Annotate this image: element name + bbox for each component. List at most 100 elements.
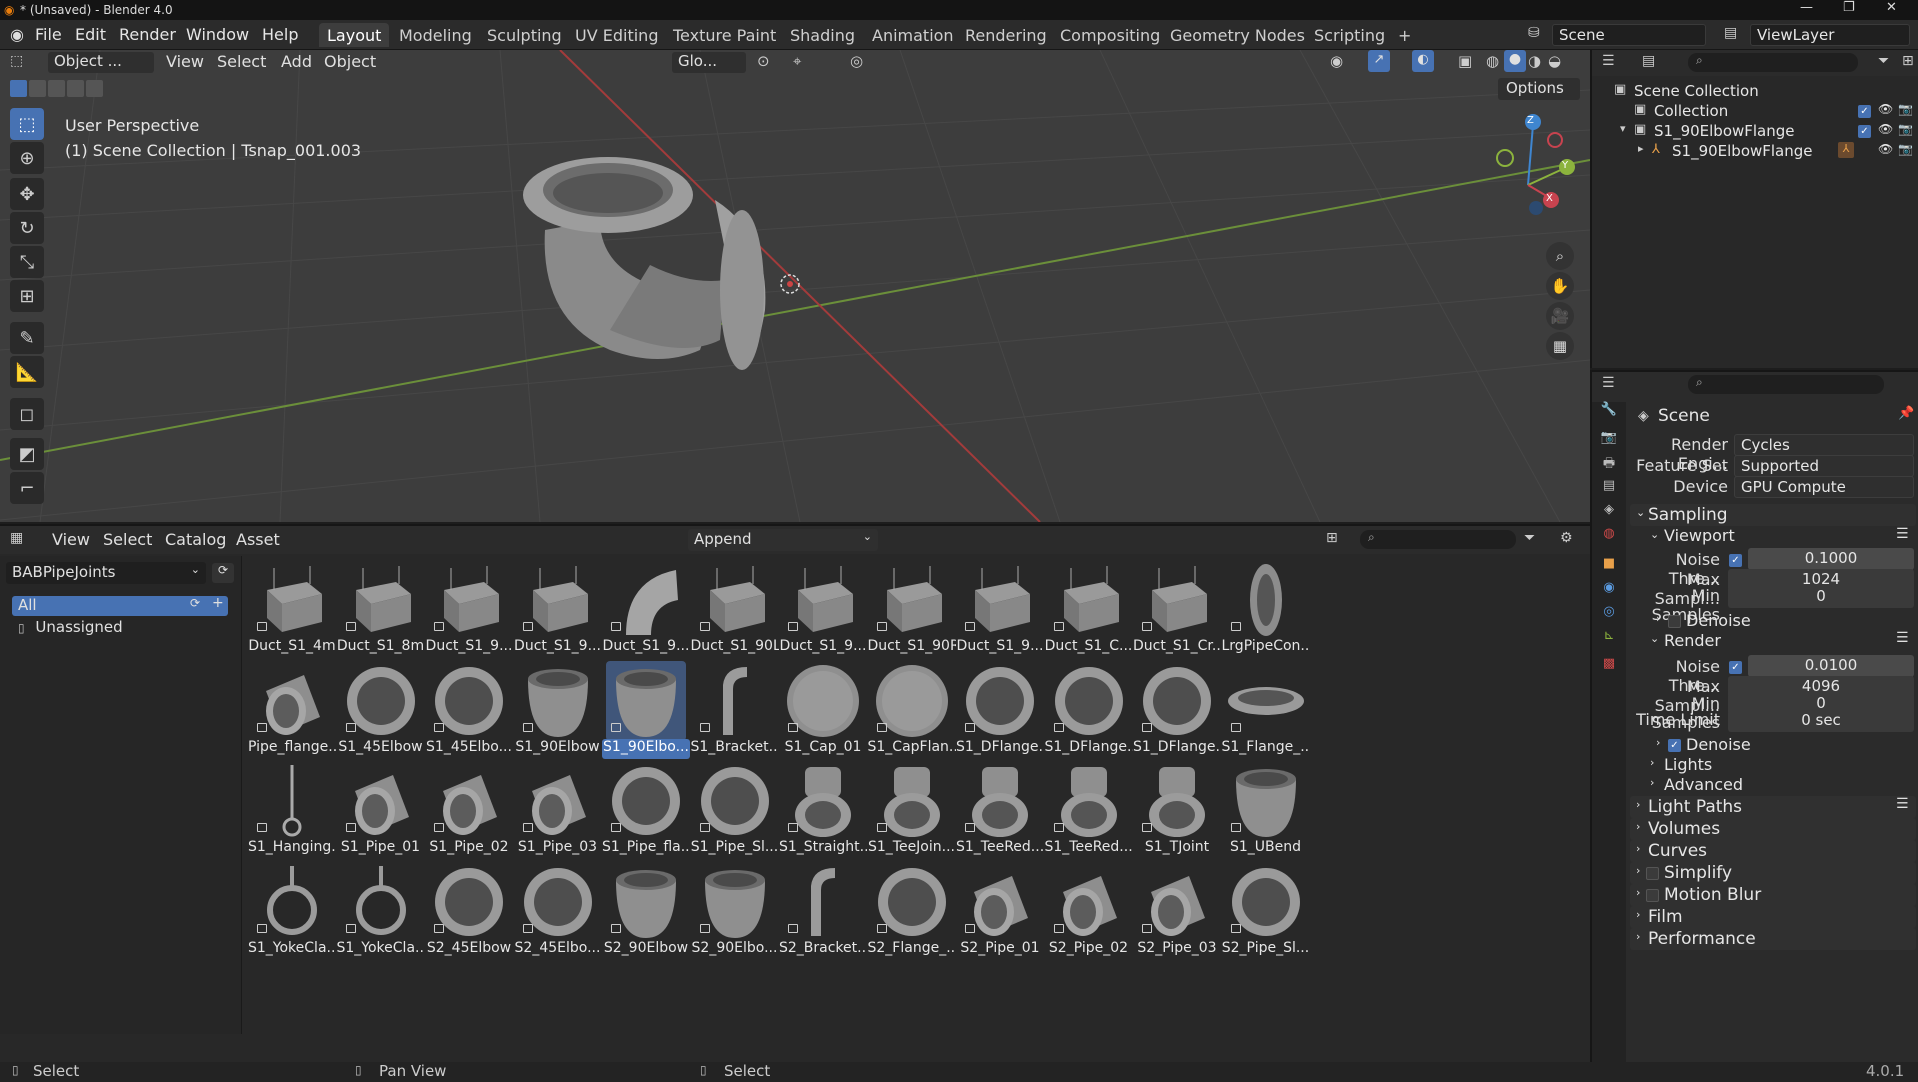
editor-type-icon[interactable]: ⬚ — [10, 53, 23, 69]
asset-tile[interactable]: S1_TeeRed... — [1045, 757, 1133, 857]
motion-blur-checkbox[interactable] — [1646, 889, 1659, 902]
menu-render[interactable]: Render — [119, 25, 176, 44]
list-icon[interactable]: ☰ — [1896, 526, 1909, 542]
asset-tile[interactable]: S1_UBend — [1222, 757, 1310, 857]
render-subpanel-header[interactable]: ⌄ Render ☰ — [1642, 630, 1916, 652]
performance-panel-header[interactable]: › Performance — [1630, 928, 1916, 950]
asset-tile[interactable]: Duct_S1_90R — [868, 556, 956, 656]
viewlayer-selector[interactable]: ViewLayer — [1750, 24, 1910, 46]
viewport-noise-value[interactable]: 0.1000 — [1748, 548, 1914, 570]
asset-tile[interactable]: S1_Bracket... — [691, 657, 779, 757]
asset-tile[interactable]: Duct_S1_90L — [691, 556, 779, 656]
tab-shading[interactable]: Shading — [782, 23, 863, 47]
view-layer-tab-icon[interactable]: ▤ — [1599, 478, 1619, 498]
asset-tile[interactable]: S1_TeeJoin... — [868, 757, 956, 857]
pivot-icon[interactable]: ⊙ — [757, 52, 770, 70]
refresh-catalog-icon[interactable]: ⟳ — [190, 596, 200, 610]
asset-tile[interactable]: LrgPipeCon... — [1222, 556, 1310, 656]
asset-tile[interactable]: Duct_S1_9... — [956, 556, 1044, 656]
select-intersect-icon[interactable] — [86, 80, 103, 97]
asset-tile[interactable]: S2_45Elbow — [425, 858, 513, 958]
asset-tile[interactable]: S1_Pipe_02 — [425, 757, 513, 857]
3d-viewport[interactable]: Z Y X ⬚ Object ... View Select Add Objec… — [0, 50, 1590, 522]
shear-tool-icon[interactable]: ◩ — [10, 438, 44, 470]
tab-animation[interactable]: Animation — [864, 23, 962, 47]
pin-icon[interactable]: 📌 — [1898, 406, 1914, 421]
lights-subpanel-header[interactable]: › Lights — [1642, 754, 1916, 776]
asset-tile[interactable]: S1_CapFlan... — [868, 657, 956, 757]
add-workspace-icon[interactable]: + — [1390, 23, 1419, 47]
visibility-icon[interactable]: ◉ — [1330, 52, 1343, 70]
move-tool-icon[interactable]: ✥ — [10, 178, 44, 210]
world-tab-icon[interactable]: ◍ — [1599, 526, 1619, 546]
asset-tile[interactable]: S1_DFlange... — [1133, 657, 1221, 757]
asset-tile[interactable]: S1_Pipe_01 — [337, 757, 425, 857]
eye-icon[interactable]: 👁 — [1878, 122, 1893, 136]
asset-tile[interactable]: S1_TJoint — [1133, 757, 1221, 857]
device-dropdown[interactable]: GPU Compute — [1734, 476, 1914, 498]
catalog-item-unassigned[interactable]: ▯ Unassigned — [12, 618, 228, 638]
display-mode-icon[interactable]: ▤ — [1642, 53, 1655, 69]
asset-tile[interactable]: S2_Pipe_01 — [956, 858, 1044, 958]
scene-tab-icon[interactable]: ◈ — [1599, 502, 1619, 522]
asset-tile[interactable]: S1_TeeRed... — [956, 757, 1044, 857]
transform-tool-icon[interactable]: ⊞ — [10, 280, 44, 312]
simplify-panel-header[interactable]: › Simplify — [1630, 862, 1916, 884]
asset-library-dropdown[interactable]: BABPipeJoints ⌄ — [6, 562, 206, 584]
asset-tile[interactable]: Duct_S1_9... — [602, 556, 690, 656]
asset-tile[interactable]: S2_Flange_... — [868, 858, 956, 958]
asset-tile[interactable]: S2_Bracket... — [779, 858, 867, 958]
camera-icon[interactable]: 📷 — [1898, 122, 1913, 136]
asset-tile[interactable]: Duct_S1_9... — [514, 556, 602, 656]
ortho-grid-icon[interactable]: ▦ — [1546, 332, 1574, 360]
tab-texture-paint[interactable]: Texture Paint — [665, 23, 784, 47]
simplify-checkbox[interactable] — [1646, 867, 1659, 880]
tab-scripting[interactable]: Scripting — [1306, 23, 1393, 47]
minimize-icon[interactable]: — — [1800, 0, 1813, 15]
render-noise-value[interactable]: 0.0100 — [1748, 655, 1914, 677]
scene-icon[interactable]: ⛁ — [1528, 25, 1540, 41]
asset-tile[interactable]: Duct_S1_9... — [779, 556, 867, 656]
asset-tile[interactable]: S1_Straight... — [779, 757, 867, 857]
outliner-search-input[interactable]: ⌕ — [1688, 53, 1858, 72]
asset-tile[interactable]: Duct_S1_C... — [1045, 556, 1133, 656]
expand-arrow-icon[interactable]: ▸ — [1638, 142, 1644, 155]
advanced-subpanel-header[interactable]: › Advanced — [1642, 774, 1916, 796]
sampling-panel-header[interactable]: ⌄ Sampling — [1630, 504, 1916, 526]
xray-icon[interactable]: ▣ — [1458, 52, 1472, 70]
select-extend-icon[interactable] — [29, 80, 46, 97]
asset-tile[interactable]: S1_Flange_... — [1222, 657, 1310, 757]
render-denoise-checkbox[interactable]: ✓ — [1668, 739, 1681, 752]
asset-tile[interactable]: S1_90Elbow — [514, 657, 602, 757]
eye-icon[interactable]: 👁 — [1878, 142, 1893, 156]
render-denoise-header[interactable]: › ✓ Denoise — [1642, 734, 1916, 756]
asset-menu-select[interactable]: Select — [103, 530, 152, 549]
viewport-noise-checkbox[interactable]: ✓ — [1729, 554, 1742, 567]
rotate-tool-icon[interactable]: ↻ — [10, 212, 44, 244]
outliner-editor-icon[interactable]: ☰ — [1602, 53, 1615, 69]
add-cube-tool-icon[interactable]: ◻ — [10, 398, 44, 430]
catalog-item-all[interactable]: All ⟳ + — [12, 595, 228, 616]
motion-blur-panel-header[interactable]: › Motion Blur — [1630, 884, 1916, 906]
expand-arrow-icon[interactable]: ▾ — [1620, 122, 1626, 135]
tab-uv-editing[interactable]: UV Editing — [567, 23, 666, 47]
outliner-row-scene-collection[interactable]: ▣ Scene Collection — [1592, 82, 1918, 102]
asset-search-input[interactable]: ⌕ — [1360, 530, 1516, 549]
eye-icon[interactable]: 👁 — [1878, 102, 1893, 116]
snap-icon[interactable]: ⌖ — [793, 52, 801, 70]
select-box-tool-icon[interactable]: ⬚ — [10, 108, 44, 140]
render-noise-checkbox[interactable]: ✓ — [1729, 661, 1742, 674]
viewport-menu-select[interactable]: Select — [217, 52, 266, 71]
asset-menu-catalog[interactable]: Catalog — [165, 530, 226, 549]
asset-menu-view[interactable]: View — [52, 530, 90, 549]
asset-tile[interactable]: S1_Pipe_03 — [514, 757, 602, 857]
asset-tile[interactable]: S1_Pipe_fla... — [602, 757, 690, 857]
proportional-edit-icon[interactable]: ◎ — [850, 52, 863, 70]
wireframe-shading-icon[interactable]: ◍ — [1486, 52, 1499, 70]
viewport-menu-view[interactable]: View — [166, 52, 204, 71]
asset-tile[interactable]: S1_YokeCla... — [248, 858, 336, 958]
bend-tool-icon[interactable]: ⌐ — [10, 472, 44, 504]
zoom-icon[interactable]: ⌕ — [1546, 242, 1574, 270]
orientation-selector[interactable]: Glo... — [672, 52, 746, 73]
tool-tab-icon[interactable]: 🔧 — [1599, 402, 1619, 422]
